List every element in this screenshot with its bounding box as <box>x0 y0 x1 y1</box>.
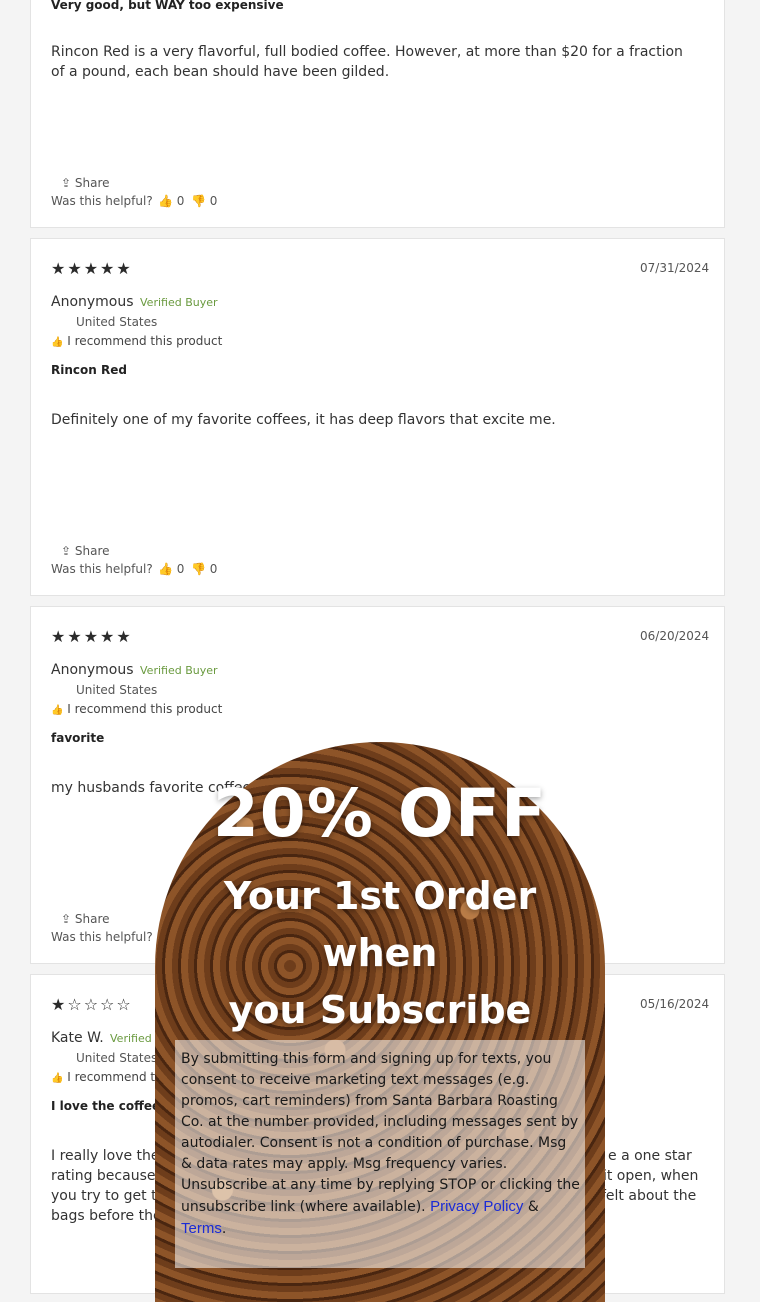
helpful-label: Was this helpful? <box>51 930 153 944</box>
thumbs-up-icon: 👍 <box>51 705 64 716</box>
recommend-row: 👍 I recommend th <box>51 1070 163 1084</box>
review-body-fragment: you try to get th <box>51 1188 166 1204</box>
promo-subheadline-line: Your 1st Order when <box>223 874 537 975</box>
reviewer-name: Kate W. <box>51 1030 104 1046</box>
star-rating: ★☆☆☆☆ <box>51 995 133 1014</box>
review-title: Very good, but WAY too expensive <box>51 0 284 12</box>
recommend-row: 👍 I recommend this product <box>51 702 223 716</box>
reviewer-name: Anonymous <box>51 662 134 678</box>
review-date: 06/20/2024 <box>640 629 710 643</box>
review-body-fragment: bags before they <box>51 1208 170 1224</box>
thumbs-down-icon: 👎 <box>191 194 206 208</box>
consent-amp: & <box>527 1199 539 1215</box>
thumbs-up-icon: 👍 <box>158 194 173 208</box>
vote-up-button[interactable]: 👍 0 <box>158 194 184 208</box>
review-card: ★★★★★ 07/31/2024 Anonymous Verified Buye… <box>30 238 725 596</box>
verified-badge: Verified Buyer <box>140 296 218 309</box>
promo-headline: 20% OFF <box>212 775 548 852</box>
thumbs-up-icon: 👍 <box>51 337 64 348</box>
review-body-fragment: e a one star <box>608 1148 692 1164</box>
vote-down-button[interactable]: 👎 0 <box>191 562 217 576</box>
thumbs-up-icon: 👍 <box>51 1073 64 1084</box>
recommend-row: 👍 I recommend this product <box>51 334 223 348</box>
review-body: Definitely one of my favorite coffees, i… <box>51 412 556 428</box>
share-button[interactable]: ⇪ Share <box>61 912 110 926</box>
reviewer-location: United States <box>76 1051 158 1065</box>
share-button[interactable]: ⇪ Share <box>61 176 110 190</box>
review-title: favorite <box>51 731 105 745</box>
privacy-policy-link[interactable]: Privacy Policy <box>430 1198 523 1215</box>
thumbs-up-icon: 👍 <box>158 562 173 576</box>
share-button[interactable]: ⇪ Share <box>61 544 110 558</box>
review-card: Very good, but WAY too expensive Rincon … <box>30 0 725 228</box>
review-date: 07/31/2024 <box>640 261 710 275</box>
reviewer-name: Anonymous <box>51 294 134 310</box>
review-title: Rincon Red <box>51 363 127 377</box>
review-body-fragment: I really love the I <box>51 1148 169 1164</box>
share-icon: ⇪ <box>61 176 72 190</box>
verified-badge: Verified <box>110 1032 152 1045</box>
share-icon: ⇪ <box>61 912 72 926</box>
reviewer-location: United States <box>76 315 158 329</box>
reviewer-location: United States <box>76 683 158 697</box>
share-icon: ⇪ <box>61 544 72 558</box>
vote-up-button[interactable]: 👍 0 <box>158 562 184 576</box>
consent-period: . <box>221 1221 227 1237</box>
promo-subheadline: Your 1st Order when you Subscribe <box>165 868 595 1039</box>
promo-subheadline-line: you Subscribe <box>228 988 532 1032</box>
consent-body: By submitting this form and signing up f… <box>181 1051 580 1215</box>
review-date: 05/16/2024 <box>640 997 710 1011</box>
review-body-fragment: t it open, when <box>593 1168 699 1184</box>
helpful-label: Was this helpful? <box>51 194 153 208</box>
review-body: Rincon Red is a very flavorful, full bod… <box>51 44 683 80</box>
review-title: I love the coffee <box>51 1099 161 1113</box>
helpful-label: Was this helpful? <box>51 562 153 576</box>
vote-down-button[interactable]: 👎 0 <box>191 194 217 208</box>
verified-badge: Verified Buyer <box>140 664 218 677</box>
review-body-fragment: rating because o <box>51 1168 169 1184</box>
consent-text: By submitting this form and signing up f… <box>181 1049 581 1240</box>
star-rating: ★★★★★ <box>51 259 133 278</box>
thumbs-down-icon: 👎 <box>191 562 206 576</box>
terms-link[interactable]: Terms <box>181 1220 222 1237</box>
review-body-fragment: felt about the <box>601 1188 697 1204</box>
star-rating: ★★★★★ <box>51 627 133 646</box>
